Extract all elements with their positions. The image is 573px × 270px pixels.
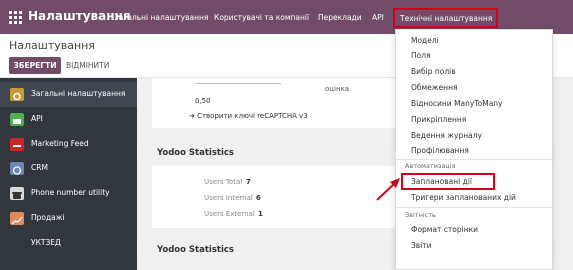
arrow-right-icon: ➔: [189, 112, 198, 120]
sidebar-item-crm[interactable]: CRM: [0, 156, 137, 181]
dropdown-item-scheduled-triggers[interactable]: Тригери запланованих дій: [411, 193, 516, 202]
dropdown-header-automation: Автоматизація: [405, 162, 456, 170]
recaptcha-link[interactable]: ➔ Створити ключі reCAPTCHA v3: [189, 112, 308, 120]
technical-settings-dropdown: Моделі Поля Вибір полів Обмеження Віднос…: [395, 29, 553, 270]
score-label: оцінка: [325, 85, 350, 93]
sidebar-item-label: Marketing Feed: [31, 139, 89, 148]
section-title: Yodoo Statistics: [157, 245, 234, 255]
menu-technical-settings[interactable]: Технічні налаштування: [393, 8, 499, 28]
menu-translations[interactable]: Переклади: [318, 13, 362, 22]
input-underline: [196, 83, 281, 84]
sidebar-item-label: CRM: [31, 163, 48, 172]
dropdown-item-many2many[interactable]: Відносини ManyToMany: [411, 99, 502, 108]
score-value[interactable]: 0,50: [195, 97, 211, 105]
sidebar-item-label: Продажі: [31, 213, 65, 222]
sidebar-item-label: Phone number utility: [31, 188, 110, 197]
apps-grid-icon[interactable]: [9, 11, 22, 24]
sidebar-item-api[interactable]: API: [0, 107, 137, 132]
sidebar-item-label: API: [31, 114, 43, 123]
sidebar-item-phone-utility[interactable]: Phone number utility: [0, 181, 137, 206]
dropdown-divider: [396, 207, 552, 208]
api-icon: [10, 113, 24, 126]
dropdown-item-scheduled-actions[interactable]: Заплановані дії: [411, 177, 472, 186]
stat-label-users-total: Users Total: [204, 178, 243, 186]
annotation-arrow-icon: [376, 178, 400, 201]
section-title: Yodoo Statistics: [157, 148, 234, 158]
sidebar-item-general-settings[interactable]: Загальні налаштування: [0, 82, 137, 107]
dropdown-header-reporting: Звітність: [405, 211, 436, 219]
save-button[interactable]: ЗБЕРЕГТИ: [9, 57, 61, 74]
dropdown-item-logging[interactable]: Ведення журналу: [411, 131, 482, 140]
dropdown-item-reports[interactable]: Звіти: [411, 241, 432, 250]
sidebar-item-uktzed[interactable]: УКТЗЕД: [0, 231, 137, 256]
stat-value-users-total: 7: [246, 178, 251, 186]
settings-gear-icon: [10, 88, 24, 101]
settings-sidebar: Загальні налаштування API Marketing Feed…: [0, 78, 137, 270]
dropdown-item-attachments[interactable]: Прикріплення: [411, 115, 466, 124]
phone-icon: [10, 187, 24, 200]
discard-button[interactable]: ВІДМІНИТИ: [66, 57, 109, 74]
stat-value-users-internal: 6: [256, 194, 261, 202]
marketing-feed-icon: [10, 138, 24, 151]
stat-value-users-external: 1: [258, 210, 263, 218]
page-title: Налаштування: [9, 39, 95, 52]
sidebar-item-marketing-feed[interactable]: Marketing Feed: [0, 132, 137, 157]
menu-api[interactable]: API: [372, 13, 384, 22]
dropdown-item-models[interactable]: Моделі: [411, 36, 439, 45]
dropdown-item-profiling[interactable]: Профілювання: [411, 146, 469, 155]
sidebar-item-sales[interactable]: Продажі: [0, 206, 137, 231]
dropdown-item-constraints[interactable]: Обмеження: [411, 83, 458, 92]
menu-general-settings[interactable]: Загальні налаштування: [114, 13, 208, 22]
recaptcha-link-text: Створити ключі reCAPTCHA v3: [197, 112, 308, 120]
dropdown-item-fields[interactable]: Поля: [411, 51, 431, 60]
menu-users-companies[interactable]: Користувачі та компанії: [214, 13, 309, 22]
dropdown-item-paper-format[interactable]: Формат сторінки: [411, 225, 478, 234]
sales-chart-icon: [10, 212, 24, 225]
stat-label-users-internal: Users Internal: [204, 194, 253, 202]
dropdown-divider: [396, 159, 552, 160]
crm-icon: [10, 162, 24, 175]
dropdown-item-field-selection[interactable]: Вибір полів: [411, 67, 456, 76]
stat-label-users-external: Users External: [204, 210, 255, 218]
sidebar-item-label: Загальні налаштування: [31, 89, 126, 98]
sidebar-item-label: УКТЗЕД: [31, 238, 61, 247]
